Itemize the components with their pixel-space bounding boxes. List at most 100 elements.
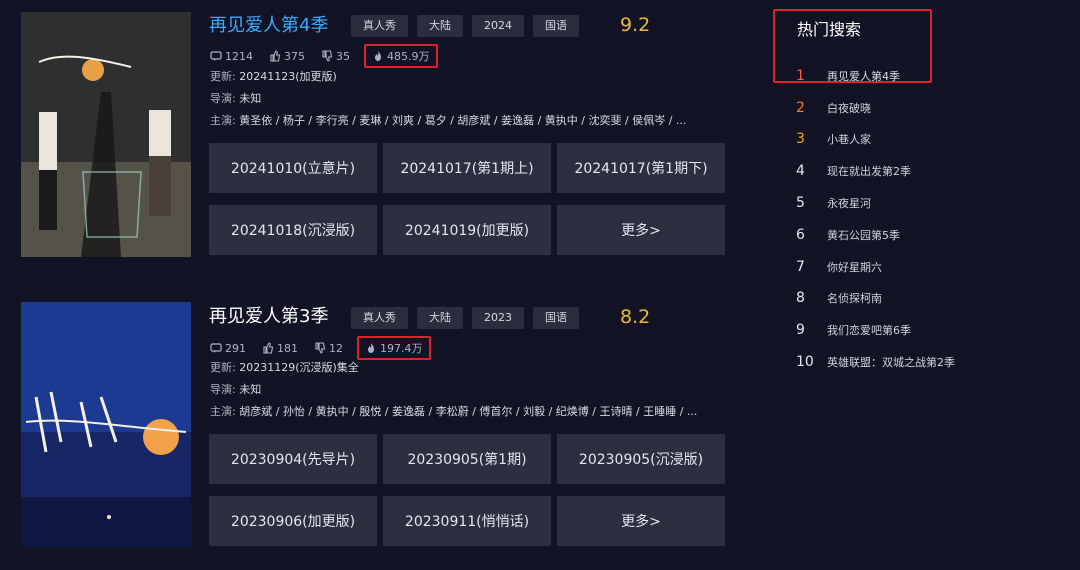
thumb-down-icon [322, 50, 333, 62]
cast-label: 主演: [210, 405, 236, 418]
hot-search-title: 热门搜索 [797, 20, 862, 39]
rank-number: 1 [796, 67, 805, 84]
director-value: 未知 [239, 92, 262, 105]
rank-number: 7 [796, 258, 805, 275]
hot-search-item[interactable]: 7 你好星期六 [796, 251, 955, 283]
comment-icon [210, 51, 222, 61]
update-value: 20241123(加更版) [239, 70, 337, 83]
hot-search-list: 1 再见爱人第4季 2 白夜破晓 3 小巷人家 4 现在就出发第2季 5 永夜星… [796, 60, 955, 378]
heat-count: 197.4万 [357, 336, 431, 360]
tag-list: 真人秀 大陆 2023 国语 [351, 307, 579, 329]
episode-button[interactable]: 20241017(第1期上) [383, 143, 551, 193]
dislike-count[interactable]: 12 [314, 342, 343, 355]
hot-search-item[interactable]: 4 现在就出发第2季 [796, 155, 955, 187]
show-poster[interactable] [21, 302, 191, 547]
thumb-down-icon [315, 342, 326, 354]
more-episodes-button[interactable]: 更多> [557, 205, 725, 255]
director-row: 导演: 未知 [210, 88, 261, 110]
rank-label: 名侦探柯南 [827, 292, 882, 306]
rank-number: 8 [796, 290, 805, 307]
show-title[interactable]: 再见爱人第3季 [209, 305, 328, 329]
hot-search-item[interactable]: 10 英雄联盟：双城之战第2季 [796, 346, 955, 378]
episode-button[interactable]: 20230906(加更版) [209, 496, 377, 546]
rank-label: 再见爱人第4季 [827, 69, 900, 83]
rank-label: 黄石公园第5季 [827, 228, 900, 242]
cast-value[interactable]: 黄圣依 / 杨子 / 李行亮 / 麦琳 / 刘爽 / 葛夕 / 胡彦斌 / 姜逸… [239, 114, 686, 127]
like-count-value: 181 [277, 341, 298, 355]
comment-count-value: 291 [225, 341, 246, 355]
episode-button[interactable]: 20241010(立意片) [209, 143, 377, 193]
episode-grid: 20241010(立意片) 20241017(第1期上) 20241017(第1… [209, 143, 725, 255]
dislike-count-value: 12 [329, 341, 343, 355]
like-count[interactable]: 181 [262, 342, 298, 355]
rank-number: 2 [796, 99, 805, 116]
rank-number: 6 [796, 226, 805, 243]
episode-grid: 20230904(先导片) 20230905(第1期) 20230905(沉浸版… [209, 434, 725, 546]
thumb-up-icon [270, 50, 281, 62]
heat-count: 485.9万 [364, 44, 438, 68]
director-value: 未知 [239, 383, 262, 396]
episode-button[interactable]: 20230905(沉浸版) [557, 434, 725, 484]
tag-language[interactable]: 国语 [533, 307, 579, 329]
director-label: 导演: [210, 383, 236, 396]
poster-art-icon [21, 12, 191, 257]
comment-count[interactable]: 291 [210, 342, 246, 355]
episode-button[interactable]: 20230904(先导片) [209, 434, 377, 484]
rank-number: 10 [796, 354, 814, 371]
rank-label: 我们恋爱吧第6季 [827, 324, 911, 338]
hot-search-item[interactable]: 2 白夜破晓 [796, 92, 955, 124]
hot-search-item[interactable]: 1 再见爱人第4季 [796, 60, 955, 92]
update-value: 20231129(沉浸版)集全 [239, 361, 359, 374]
show-stats: 1214 375 35 485.9万 [210, 44, 454, 68]
episode-button[interactable]: 20241019(加更版) [383, 205, 551, 255]
show-score: 8.2 [620, 306, 651, 328]
flame-icon [375, 51, 381, 61]
hot-search-item[interactable]: 3 小巷人家 [796, 124, 955, 156]
cast-value[interactable]: 胡彦斌 / 孙怡 / 黄执中 / 殷悦 / 姜逸磊 / 李松蔚 / 傅首尔 / … [239, 405, 697, 418]
tag-region[interactable]: 大陆 [417, 307, 463, 329]
heat-count-value: 485.9万 [387, 50, 430, 63]
rank-number: 3 [796, 131, 805, 148]
hot-search-item[interactable]: 6 黄石公园第5季 [796, 219, 955, 251]
show-score: 9.2 [620, 14, 651, 36]
episode-button[interactable]: 20230911(悄悄话) [383, 496, 551, 546]
episode-button[interactable]: 20230905(第1期) [383, 434, 551, 484]
director-row: 导演: 未知 [210, 379, 261, 401]
rank-label: 小巷人家 [827, 133, 871, 147]
flame-icon [368, 343, 374, 353]
tag-language[interactable]: 国语 [533, 15, 579, 37]
tag-year[interactable]: 2024 [472, 15, 524, 37]
episode-button[interactable]: 20241018(沉浸版) [209, 205, 377, 255]
rank-label: 白夜破晓 [827, 101, 871, 115]
update-label: 更新: [210, 70, 236, 83]
rank-label: 永夜星河 [827, 197, 871, 211]
tag-genre[interactable]: 真人秀 [351, 15, 408, 37]
hot-search-item[interactable]: 5 永夜星河 [796, 187, 955, 219]
like-count-value: 375 [284, 49, 305, 63]
dislike-count-value: 35 [336, 49, 350, 63]
thumb-up-icon [263, 342, 274, 354]
heat-count-value: 197.4万 [380, 342, 423, 355]
rank-number: 9 [796, 322, 805, 339]
hot-search-item[interactable]: 9 我们恋爱吧第6季 [796, 314, 955, 346]
tag-genre[interactable]: 真人秀 [351, 307, 408, 329]
show-poster[interactable] [21, 12, 191, 257]
tag-year[interactable]: 2023 [472, 307, 524, 329]
dislike-count[interactable]: 35 [321, 50, 350, 63]
rank-label: 现在就出发第2季 [827, 165, 911, 179]
show-title[interactable]: 再见爱人第4季 [209, 14, 328, 38]
update-row: 更新: 20231129(沉浸版)集全 [210, 357, 359, 379]
comment-icon [210, 343, 222, 353]
update-label: 更新: [210, 361, 236, 374]
rank-number: 5 [796, 195, 805, 212]
episode-button[interactable]: 20241017(第1期下) [557, 143, 725, 193]
poster-art-icon [21, 302, 191, 547]
comment-count[interactable]: 1214 [210, 50, 253, 63]
update-row: 更新: 20241123(加更版) [210, 66, 337, 88]
more-episodes-button[interactable]: 更多> [557, 496, 725, 546]
tag-list: 真人秀 大陆 2024 国语 [351, 15, 579, 37]
tag-region[interactable]: 大陆 [417, 15, 463, 37]
hot-search-item[interactable]: 8 名侦探柯南 [796, 283, 955, 315]
director-label: 导演: [210, 92, 236, 105]
like-count[interactable]: 375 [269, 50, 305, 63]
